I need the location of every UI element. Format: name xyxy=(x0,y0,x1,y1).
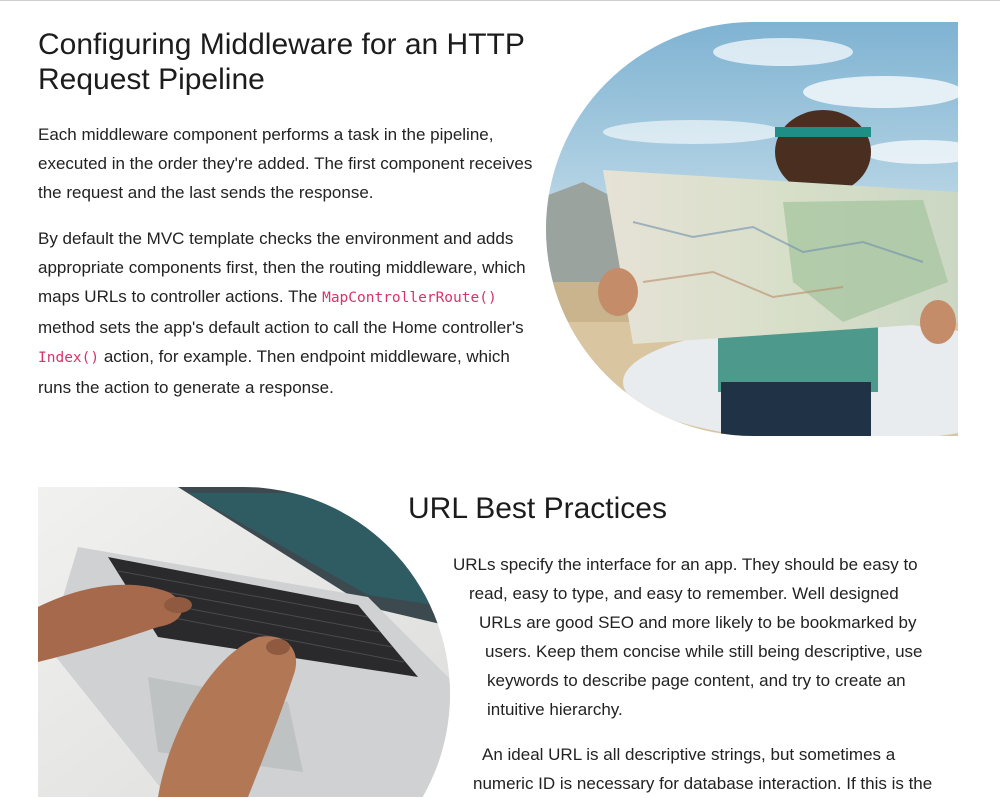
section2-para2-line: An ideal URL is all descriptive strings,… xyxy=(482,745,896,764)
section2-para1-line: users. Keep them concise while still bei… xyxy=(485,642,923,661)
paragraph-text: action, for example. Then endpoint middl… xyxy=(38,347,510,397)
section2-para1-line: keywords to describe page content, and t… xyxy=(487,671,906,690)
section2-para1-line: intuitive hierarchy. xyxy=(487,700,623,719)
woman-map-image xyxy=(543,22,958,436)
section2-heading: URL Best Practices xyxy=(408,492,667,525)
laptop-typing-image xyxy=(38,487,453,797)
code-index: Index() xyxy=(38,350,100,366)
section1-heading: Configuring Middleware for an HTTP Reque… xyxy=(38,28,525,96)
section1-paragraph-2: By default the MVC template checks the e… xyxy=(38,224,543,402)
code-maproute: MapControllerRoute() xyxy=(322,290,497,306)
section1-paragraph-1: Each middleware component performs a tas… xyxy=(38,125,533,202)
section2-para1-line: read, easy to type, and easy to remember… xyxy=(469,584,899,603)
hands-typing-laptop-photo-icon xyxy=(38,487,450,797)
section2-para1-line: URLs are good SEO and more likely to be … xyxy=(479,613,917,632)
section2-para1-line: URLs specify the interface for an app. T… xyxy=(453,555,918,574)
section2-para2-line: numeric ID is necessary for database int… xyxy=(473,774,933,793)
paragraph-text: method sets the app's default action to … xyxy=(38,318,524,337)
woman-reading-map-photo-icon xyxy=(546,22,958,436)
top-divider xyxy=(0,0,1000,1)
